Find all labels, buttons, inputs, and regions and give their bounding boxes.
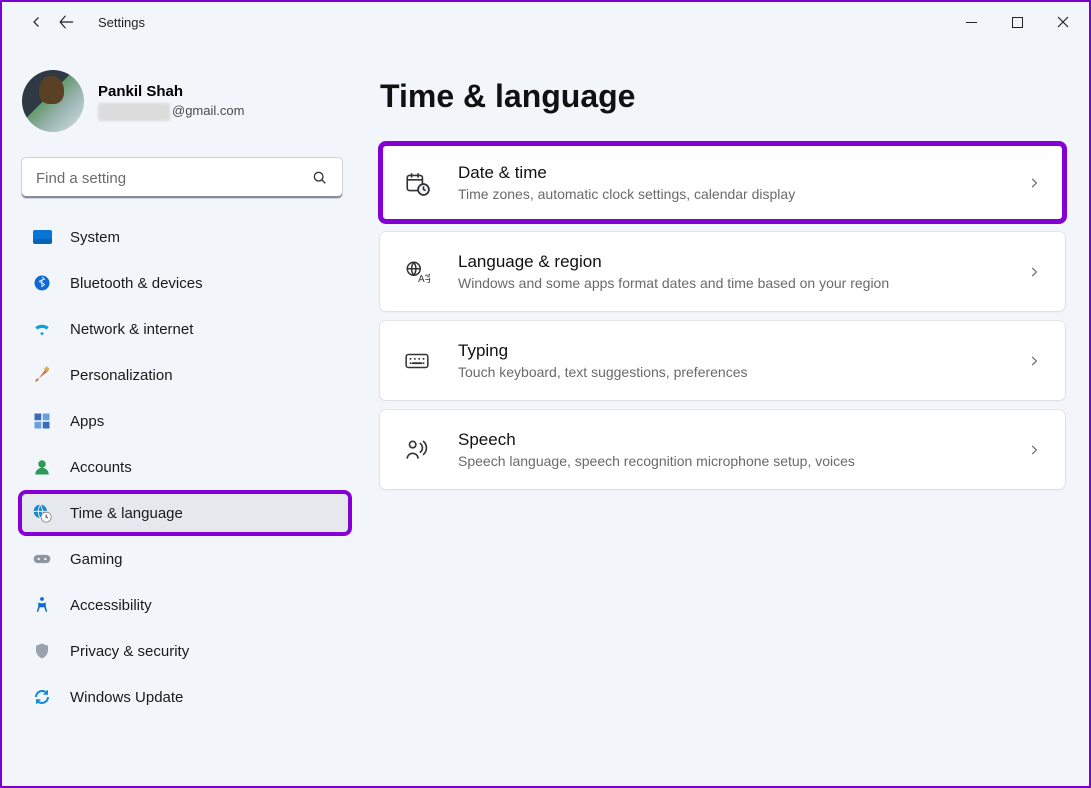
speech-icon [404, 437, 430, 463]
sidebar-item-privacy[interactable]: Privacy & security [20, 630, 350, 672]
card-desc: Time zones, automatic clock settings, ca… [458, 186, 1027, 202]
profile-email: @gmail.com [98, 102, 244, 120]
sidebar-item-label: Accounts [70, 459, 132, 476]
search-input[interactable] [22, 158, 342, 198]
globe-clock-icon [32, 503, 52, 523]
sidebar-item-label: Network & internet [70, 321, 193, 338]
close-button[interactable] [1040, 6, 1086, 38]
chevron-right-icon [1027, 354, 1041, 368]
card-desc: Speech language, speech recognition micr… [458, 453, 1027, 469]
card-typing[interactable]: Typing Touch keyboard, text suggestions,… [380, 321, 1065, 400]
gamepad-icon [32, 549, 52, 569]
back-button[interactable] [22, 9, 52, 35]
sidebar: Pankil Shah @gmail.com System [2, 42, 362, 786]
card-title: Language & region [458, 252, 1027, 272]
sidebar-item-label: Apps [70, 413, 104, 430]
calendar-clock-icon [404, 170, 430, 196]
email-prefix-redacted [98, 103, 170, 121]
sidebar-item-label: Personalization [70, 367, 173, 384]
titlebar: Settings [2, 2, 1089, 42]
system-icon [32, 227, 52, 247]
accessibility-icon [32, 595, 52, 615]
card-language-region[interactable]: A字 Language & region Windows and some ap… [380, 232, 1065, 311]
sidebar-item-windows-update[interactable]: Windows Update [20, 676, 350, 718]
sidebar-item-label: Bluetooth & devices [70, 275, 203, 292]
back-arrow-icon [50, 8, 82, 36]
sidebar-item-label: Windows Update [70, 689, 183, 706]
sidebar-item-accounts[interactable]: Accounts [20, 446, 350, 488]
card-desc: Touch keyboard, text suggestions, prefer… [458, 364, 1027, 380]
wifi-icon [32, 319, 52, 339]
nav-list: System Bluetooth & devices Network & int… [16, 216, 354, 718]
sidebar-item-label: Gaming [70, 551, 123, 568]
card-title: Date & time [458, 163, 1027, 183]
update-icon [32, 687, 52, 707]
language-region-icon: A字 [404, 259, 430, 285]
profile-block[interactable]: Pankil Shah @gmail.com [16, 62, 354, 152]
card-date-time[interactable]: Date & time Time zones, automatic clock … [380, 143, 1065, 222]
sidebar-item-label: System [70, 229, 120, 246]
paintbrush-icon [32, 365, 52, 385]
minimize-button[interactable] [948, 6, 994, 38]
avatar [22, 70, 84, 132]
sidebar-item-accessibility[interactable]: Accessibility [20, 584, 350, 626]
window-controls [948, 6, 1086, 38]
main-panel: Time & language Date & time Time zones, … [362, 42, 1089, 786]
sidebar-item-label: Accessibility [70, 597, 152, 614]
page-title: Time & language [380, 78, 1065, 115]
apps-icon [32, 411, 52, 431]
person-icon [32, 457, 52, 477]
sidebar-item-apps[interactable]: Apps [20, 400, 350, 442]
chevron-right-icon [1027, 443, 1041, 457]
maximize-button[interactable] [994, 6, 1040, 38]
chevron-right-icon [1027, 176, 1041, 190]
bluetooth-icon [32, 273, 52, 293]
sidebar-item-network[interactable]: Network & internet [20, 308, 350, 350]
search-icon [312, 170, 328, 186]
shield-icon [32, 641, 52, 661]
sidebar-item-label: Time & language [70, 505, 183, 522]
chevron-right-icon [1027, 265, 1041, 279]
sidebar-item-system[interactable]: System [20, 216, 350, 258]
sidebar-item-label: Privacy & security [70, 643, 189, 660]
sidebar-item-personalization[interactable]: Personalization [20, 354, 350, 396]
sidebar-item-bluetooth[interactable]: Bluetooth & devices [20, 262, 350, 304]
card-title: Typing [458, 341, 1027, 361]
svg-text:A字: A字 [418, 271, 430, 284]
app-title: Settings [98, 15, 145, 30]
sidebar-item-gaming[interactable]: Gaming [20, 538, 350, 580]
profile-name: Pankil Shah [98, 81, 244, 102]
sidebar-item-time-language[interactable]: Time & language [20, 492, 350, 534]
card-desc: Windows and some apps format dates and t… [458, 275, 1027, 291]
card-speech[interactable]: Speech Speech language, speech recogniti… [380, 410, 1065, 489]
card-title: Speech [458, 430, 1027, 450]
keyboard-icon [404, 348, 430, 374]
